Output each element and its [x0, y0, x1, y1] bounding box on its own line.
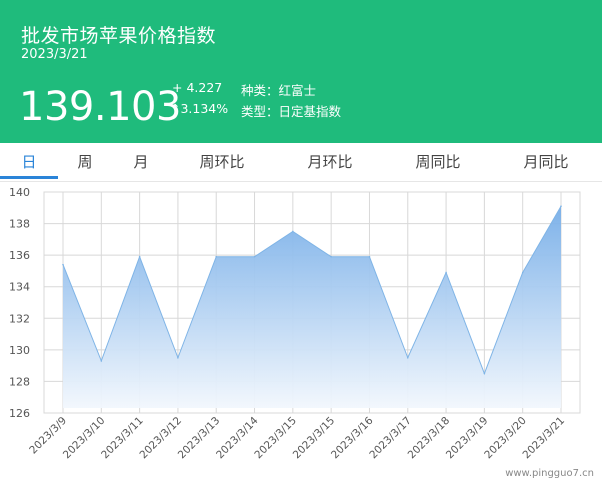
data-point	[100, 360, 103, 362]
data-point	[215, 255, 218, 258]
data-point	[62, 263, 64, 266]
y-tick-label: 136	[9, 249, 30, 262]
data-point	[483, 372, 486, 375]
change-percent: ↑3.134%	[170, 101, 229, 116]
data-point	[138, 255, 141, 258]
date-label: 2023/3/21	[21, 47, 88, 62]
y-tick-label: 126	[9, 407, 30, 420]
data-point	[177, 356, 179, 359]
y-tick-label: 128	[9, 375, 30, 388]
active-tab-indicator	[0, 176, 58, 179]
data-point	[253, 255, 256, 258]
data-point	[406, 356, 409, 359]
tab-month-over-month[interactable]: 月环比	[298, 143, 362, 181]
data-point	[445, 271, 447, 274]
price-chart: 1261281301321341361381402023/3/92023/3/1…	[9, 186, 581, 462]
tab-week-year-over-year[interactable]: 周同比	[406, 143, 470, 181]
page-title: 批发市场苹果价格指数	[21, 25, 217, 47]
series-area	[63, 206, 561, 408]
tab-week-over-week[interactable]: 周环比	[190, 143, 254, 181]
y-tick-label: 140	[9, 186, 30, 199]
x-tick-label: 2023/3/21	[521, 415, 568, 462]
data-point	[560, 205, 562, 208]
y-tick-label: 138	[9, 218, 30, 231]
watermark: www.pingguo7.cn	[505, 468, 594, 479]
y-tick-label: 132	[9, 312, 30, 325]
data-point	[292, 230, 294, 233]
tab-month-year-over-year[interactable]: 月同比	[514, 143, 578, 181]
price-header: 批发市场苹果价格指数 2023/3/21 139.103 + 4.227 ↑3.…	[0, 0, 602, 143]
index-type-label: 类型：日定基指数	[241, 104, 342, 119]
data-point	[330, 255, 332, 258]
tab-month[interactable]: 月	[124, 143, 158, 181]
period-tabs: 日 周 月 周环比 月环比 周同比 月同比	[0, 143, 602, 182]
price-value: 139.103	[19, 84, 181, 130]
data-point	[521, 271, 524, 274]
y-tick-label: 130	[9, 344, 30, 357]
y-tick-label: 134	[9, 281, 30, 294]
tab-week[interactable]: 周	[68, 143, 102, 181]
data-point	[368, 255, 371, 258]
change-value: + 4.227	[172, 80, 223, 95]
variety-label: 种类：红富士	[241, 83, 317, 98]
